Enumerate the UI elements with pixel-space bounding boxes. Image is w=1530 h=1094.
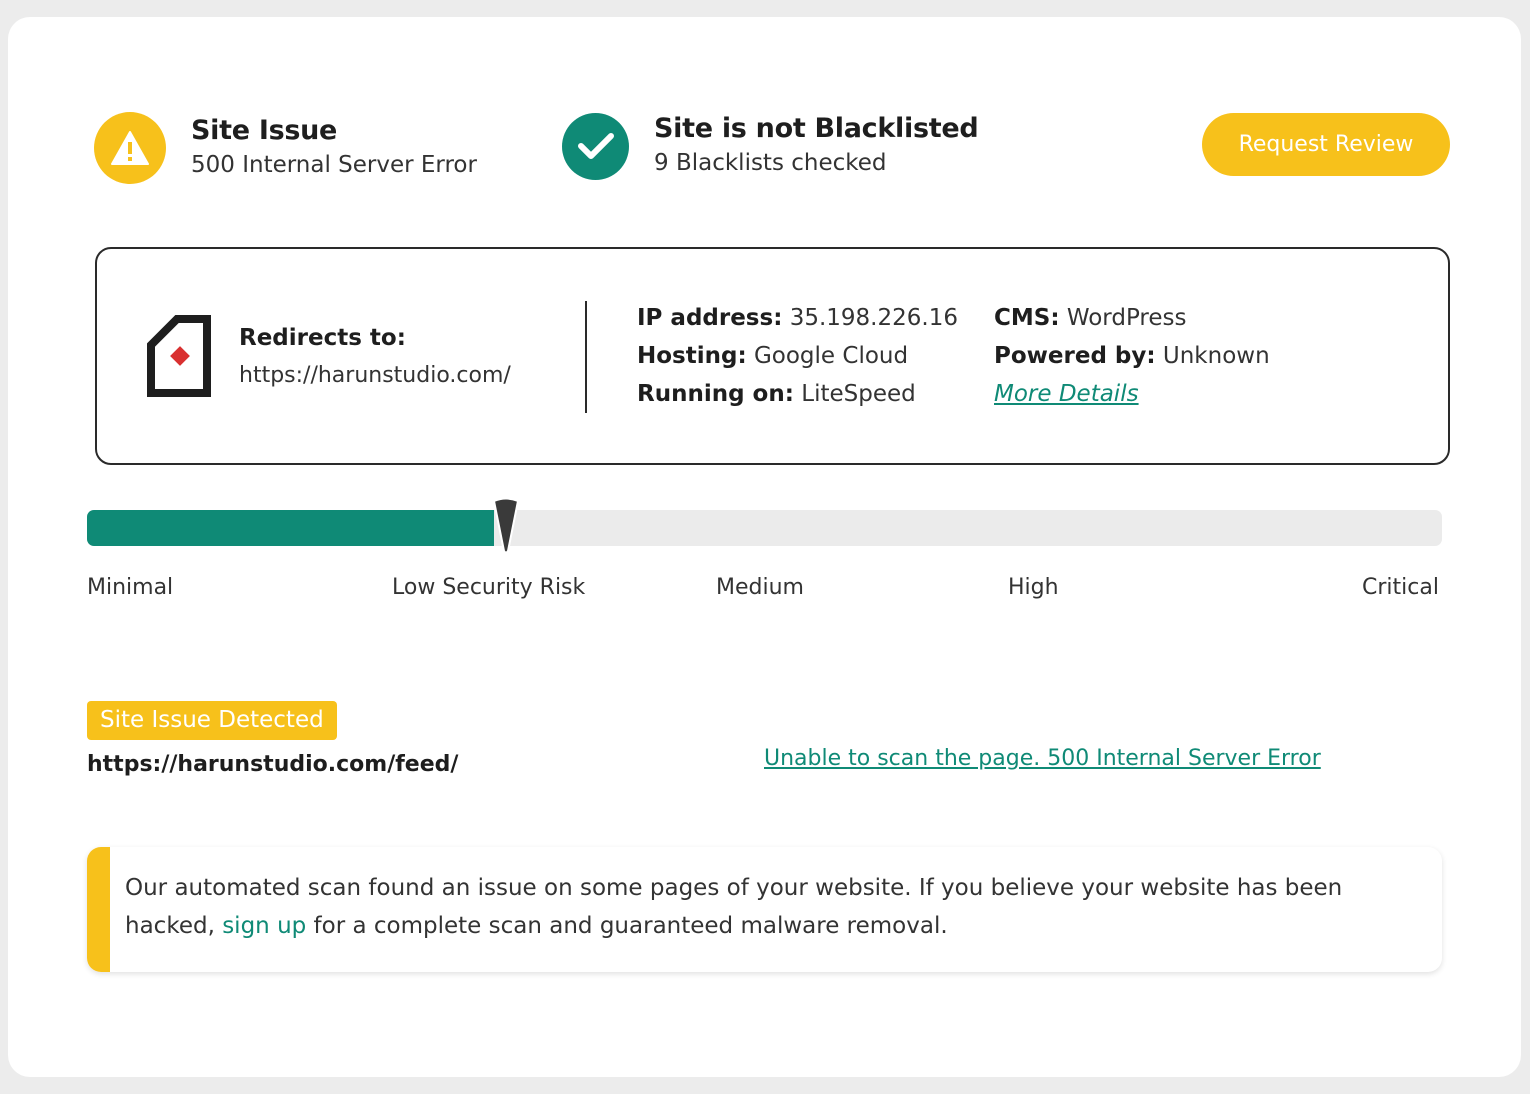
issue-message-link[interactable]: Unable to scan the page. 500 Internal Se…	[764, 740, 1321, 778]
risk-label-minimal: Minimal	[87, 575, 174, 600]
running-row: Running on: LiteSpeed	[637, 375, 958, 413]
cms-label: CMS:	[994, 305, 1060, 331]
ip-label: IP address:	[637, 305, 783, 331]
powered-value: Unknown	[1162, 343, 1270, 369]
redirect-file-icon	[147, 315, 215, 403]
site-issue-title: Site Issue	[191, 115, 338, 146]
risk-label-high: High	[1008, 575, 1059, 600]
site-issue-badge: Site Issue Detected	[87, 701, 337, 740]
running-label: Running on:	[637, 381, 794, 407]
powered-row: Powered by: Unknown	[994, 337, 1270, 375]
ip-value: 35.198.226.16	[789, 305, 958, 331]
notice-text-after: for a complete scan and guaranteed malwa…	[306, 913, 948, 939]
request-review-button[interactable]: Request Review	[1202, 113, 1450, 176]
site-issue-subtitle: 500 Internal Server Error	[191, 152, 477, 178]
notice-accent-bar	[87, 847, 110, 972]
cms-info: CMS: WordPress Powered by: Unknown More …	[994, 299, 1270, 413]
hosting-label: Hosting:	[637, 343, 747, 369]
site-issue-status: Site Issue 500 Internal Server Error	[94, 112, 477, 184]
powered-label: Powered by:	[994, 343, 1156, 369]
blacklist-status: Site is not Blacklisted 9 Blacklists che…	[562, 112, 979, 180]
running-value: LiteSpeed	[801, 381, 916, 407]
risk-label-critical: Critical	[1362, 575, 1439, 600]
cms-row: CMS: WordPress	[994, 299, 1270, 337]
ip-row: IP address: 35.198.226.16	[637, 299, 958, 337]
blacklist-subtitle: 9 Blacklists checked	[654, 150, 887, 176]
sign-up-link[interactable]: sign up	[222, 913, 306, 939]
issue-url: https://harunstudio.com/feed/	[87, 752, 459, 777]
risk-meter-fill	[87, 510, 494, 546]
redirect-url: https://harunstudio.com/	[239, 363, 511, 388]
redirects-label: Redirects to:	[239, 325, 406, 351]
cms-value: WordPress	[1066, 305, 1187, 331]
divider	[585, 301, 587, 413]
blacklist-title: Site is not Blacklisted	[654, 113, 979, 144]
more-details-link[interactable]: More Details	[994, 381, 1139, 407]
hosting-value: Google Cloud	[753, 343, 909, 369]
notice-message: Our automated scan found an issue on som…	[125, 869, 1425, 945]
warning-icon	[94, 112, 166, 184]
server-info: IP address: 35.198.226.16 Hosting: Googl…	[637, 299, 958, 413]
check-icon	[562, 112, 629, 180]
site-info-box: Redirects to: https://harunstudio.com/ I…	[95, 247, 1450, 465]
risk-needle-icon	[491, 497, 521, 559]
scan-notice: Our automated scan found an issue on som…	[87, 847, 1442, 972]
risk-meter-track	[87, 510, 1442, 546]
risk-label-low: Low Security Risk	[392, 575, 586, 600]
risk-label-medium: Medium	[716, 575, 804, 600]
hosting-row: Hosting: Google Cloud	[637, 337, 958, 375]
